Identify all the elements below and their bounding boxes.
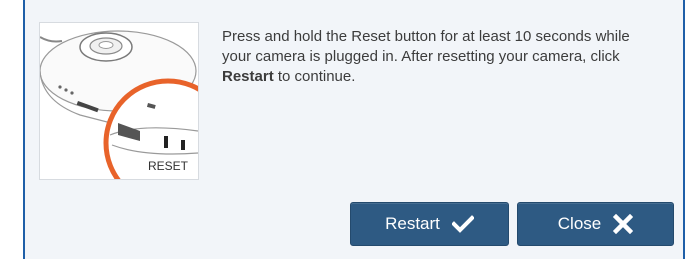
instruction-text-bold: Restart — [222, 68, 274, 85]
camera-drawing — [40, 30, 198, 179]
restart-button-label: Restart — [385, 214, 440, 233]
x-close-icon — [613, 214, 634, 234]
close-button[interactable]: Close — [517, 202, 674, 246]
camera-reset-illustration: RESET — [39, 22, 199, 180]
reset-camera-dialog: RESET Press and hold the Reset button fo… — [23, 0, 685, 259]
instruction-text: Press and hold the Reset button for at l… — [222, 27, 662, 87]
restart-button[interactable]: Restart — [350, 202, 509, 246]
reset-label: RESET — [147, 159, 188, 173]
checkmark-icon — [451, 215, 474, 233]
close-button-label: Close — [557, 214, 602, 233]
instruction-text-part2: to continue. — [273, 68, 356, 85]
instruction-text-part1: Press and hold the Reset button for at l… — [222, 28, 630, 65]
